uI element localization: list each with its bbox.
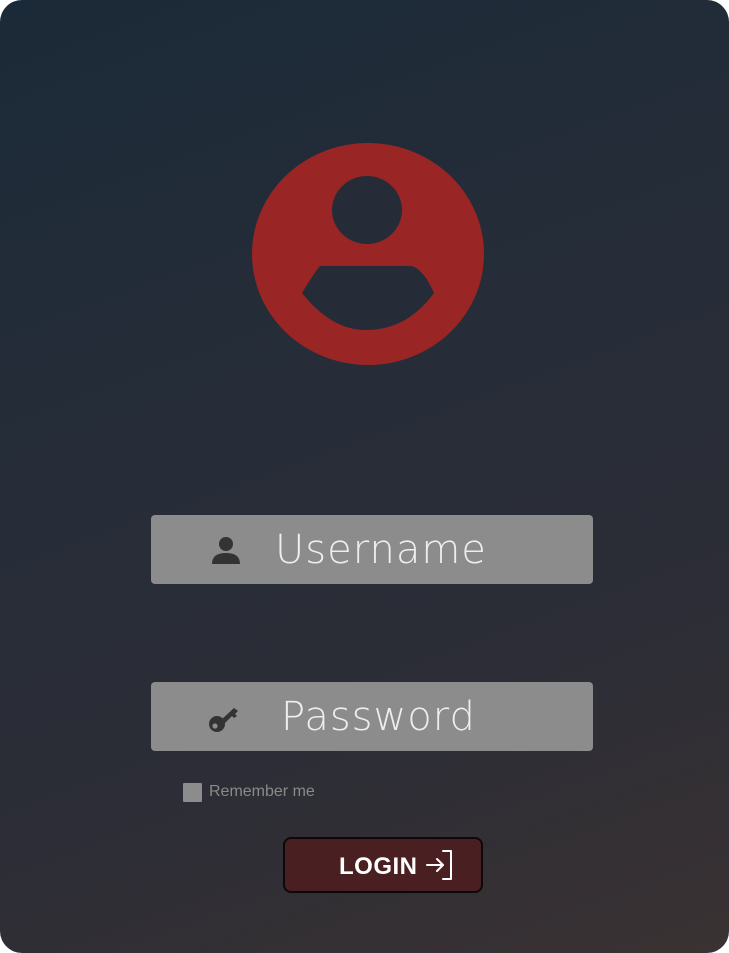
password-field[interactable] (151, 682, 593, 751)
remember-me-checkbox[interactable] (183, 782, 202, 802)
login-button-label: LOGIN (339, 853, 418, 880)
remember-me[interactable]: Remember me (183, 782, 315, 802)
password-input[interactable] (281, 682, 581, 751)
sign-in-arrow-icon (425, 849, 455, 881)
key-icon (207, 702, 241, 736)
login-button[interactable]: LOGIN (283, 837, 483, 893)
login-card: Remember me LOGIN (0, 0, 729, 953)
username-input[interactable] (275, 515, 575, 584)
username-field[interactable] (151, 515, 593, 584)
user-avatar-icon (252, 143, 484, 365)
remember-me-label: Remember me (209, 783, 315, 800)
user-icon (207, 535, 241, 569)
